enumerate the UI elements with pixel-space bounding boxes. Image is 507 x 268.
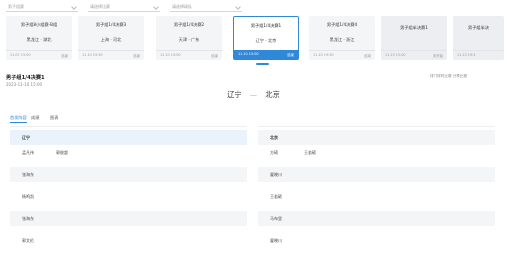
player-cell: 张海东 [22,216,34,221]
team-name-cell: 北京 [270,135,278,140]
table-row: 马布里 [258,211,495,226]
table-row: 杨鸣凯 [10,189,247,204]
match-card[interactable]: 男子组半决赛1 11.13 15:00 未开始 [381,16,447,60]
card-teams: 天津 · 广东 [178,37,200,42]
chevron-down-icon [153,4,159,10]
card-time: 11.10 15:00 [238,52,259,56]
card-teams: 上海 · 河北 [100,37,122,42]
card-status: 结束 [287,53,294,57]
table-row: 张海东 [10,211,247,226]
player-cell: 王若砺 [304,150,316,155]
card-status: 结束 [211,54,218,58]
home-team: 辽宁 [227,90,242,99]
match-card[interactable]: 男子组1/4决赛3 上海 · 河北 11.10 19:30 结束 [78,16,144,60]
card-time: 11.10 19:30 [313,53,334,57]
player-cell: 张海东 [22,172,34,177]
card-teams: 黑龙江 · 浙江 [329,37,355,42]
team-select-placeholder: 请选择球队 [172,4,192,9]
card-time: 11.13 15:00 [385,53,406,57]
match-card-selected[interactable]: 男子组1/4决赛1 辽宁 · 北京 11.10 15:00 结束 [233,16,299,60]
vs-separator: — [249,90,258,99]
player-cell: 翟晓川 [270,238,282,243]
filter-bar: 男子组赛 请选择比赛 请选择球队 [6,2,246,14]
teams-header: 辽宁 — 北京 [0,90,507,100]
tab-score[interactable]: 成绩 [31,115,39,121]
card-time: 11.10 19:30 [82,53,103,57]
match-card[interactable]: 男子组半决 11.13 19:3 [453,16,504,60]
match-title: 男子组1/4决赛1 [6,75,45,81]
card-footer: 11.07 15:00 结束 [6,50,72,60]
divider [258,126,495,127]
table-row: 张海东 [10,167,247,182]
team-name-cell: 辽宁 [22,135,30,140]
table-row: 北京 [258,130,495,145]
away-team: 北京 [265,90,280,99]
match-card[interactable]: 男子组8小组赛-B组 黑龙江 · 湖北 11.07 15:00 结束 [6,16,72,60]
table-row: 翟晓川 [258,167,495,182]
card-status: 未开始 [432,54,443,58]
tab-lineup[interactable]: 首发阵容 [10,115,27,123]
player-cell: 翟晓川 [270,172,282,177]
card-footer: 11.10 19:30 结束 [78,50,144,60]
carousel-indicator[interactable] [256,63,269,65]
share-link[interactable]: 排门球时比赛 分享比赛 [430,74,467,79]
divider [10,126,247,127]
player-cell: 马布里 [270,216,282,221]
card-round: 男子组半决赛1 [400,25,428,30]
card-time: 11.13 19:3 [457,53,476,57]
player-cell: 郭艾伦 [22,238,34,243]
player-cell: 王若砺 [270,194,282,199]
card-round: 男子组1/4决赛1 [250,23,282,28]
match-cards-carousel: 男子组8小组赛-B组 黑龙江 · 湖北 11.07 15:00 结束 男子组1/… [6,16,504,62]
match-card[interactable]: 男子组1/4决赛2 天津 · 广东 11.10 15:00 结束 [156,16,222,60]
card-round: 男子组1/4决赛4 [326,22,358,27]
card-time: 11.10 15:00 [160,53,181,57]
table-row: 辽宁 [10,130,247,145]
player-cell: 杨鸣凯 [22,194,34,199]
card-round: 男子组1/4决赛3 [95,22,127,27]
match-select[interactable]: 请选择比赛 [88,2,160,12]
table-row: 翟晓川 [258,233,495,248]
tab-chart[interactable]: 图表 [50,115,58,121]
card-round: 男子组1/4决赛2 [173,22,205,27]
match-date: 2023-11-10 15:00 [6,82,43,87]
chevron-down-icon [71,4,77,10]
card-status: 结束 [61,54,68,58]
table-row: 郭艾伦 [10,233,247,248]
match-select-placeholder: 请选择比赛 [90,4,110,9]
card-footer: 11.13 15:00 未开始 [381,50,447,60]
card-round: 男子组半决 [468,25,489,30]
chevron-down-icon [235,4,241,10]
card-footer: 11.10 15:00 结束 [156,50,222,60]
table-row: 孟凡伟 郭俊超 [10,145,247,160]
card-time: 11.07 15:00 [10,53,31,57]
card-round: 男子组8小组赛-B组 [20,22,58,27]
competition-select[interactable]: 男子组赛 [6,2,78,12]
player-cell: 孟凡伟 [22,150,34,155]
match-card[interactable]: 男子组1/4决赛4 黑龙江 · 浙江 11.10 19:30 结束 [309,16,375,60]
table-row: 王若砺 [258,189,495,204]
detail-tabs: 首发阵容 成绩 图表 [10,115,110,125]
card-footer: 11.10 19:30 结束 [309,50,375,60]
card-teams: 辽宁 · 北京 [255,38,277,43]
card-status: 结束 [133,54,140,58]
card-teams: 黑龙江 · 湖北 [26,37,52,42]
table-row: 方硕 王若砺 [258,145,495,160]
player-cell: 方硕 [270,150,278,155]
competition-select-value: 男子组赛 [8,4,24,9]
card-status: 结束 [364,54,371,58]
team-select[interactable]: 请选择球队 [170,2,242,12]
card-footer: 11.10 15:00 结束 [234,50,298,59]
card-footer: 11.13 19:3 [453,50,504,60]
player-cell: 郭俊超 [56,150,68,155]
